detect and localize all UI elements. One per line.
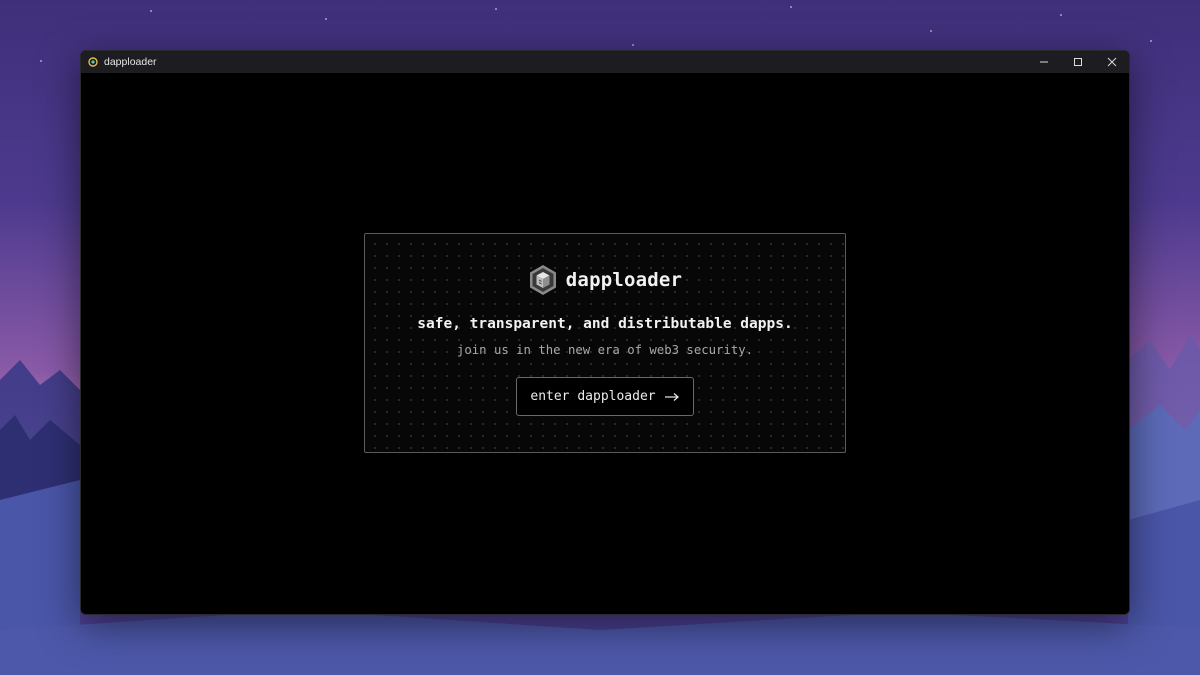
window-title: dapploader — [104, 56, 157, 68]
brand: dapploader — [365, 264, 845, 296]
subline: join us in the new era of web3 security. — [456, 343, 754, 357]
app-window: dapploader dapploader safe, transparent,… — [80, 50, 1130, 615]
window-titlebar[interactable]: dapploader — [81, 51, 1129, 73]
headline: safe, transparent, and distributable dap… — [417, 316, 793, 332]
brand-name: dapploader — [565, 269, 683, 291]
dapploader-logo-icon — [528, 264, 558, 296]
enter-button-label: enter dapploader — [530, 389, 656, 404]
welcome-card: dapploader safe, transparent, and distri… — [364, 233, 846, 453]
close-button[interactable] — [1095, 51, 1129, 73]
window-controls — [1027, 51, 1129, 73]
dapploader-app-icon — [88, 57, 98, 67]
maximize-icon — [1074, 58, 1082, 66]
minimize-button[interactable] — [1027, 51, 1061, 73]
app-content: dapploader safe, transparent, and distri… — [81, 73, 1129, 614]
minimize-icon — [1040, 61, 1048, 63]
maximize-button[interactable] — [1061, 51, 1095, 73]
arrow-right-icon — [664, 392, 680, 402]
enter-dapploader-button[interactable]: enter dapploader — [516, 377, 694, 416]
close-icon — [1107, 57, 1117, 67]
